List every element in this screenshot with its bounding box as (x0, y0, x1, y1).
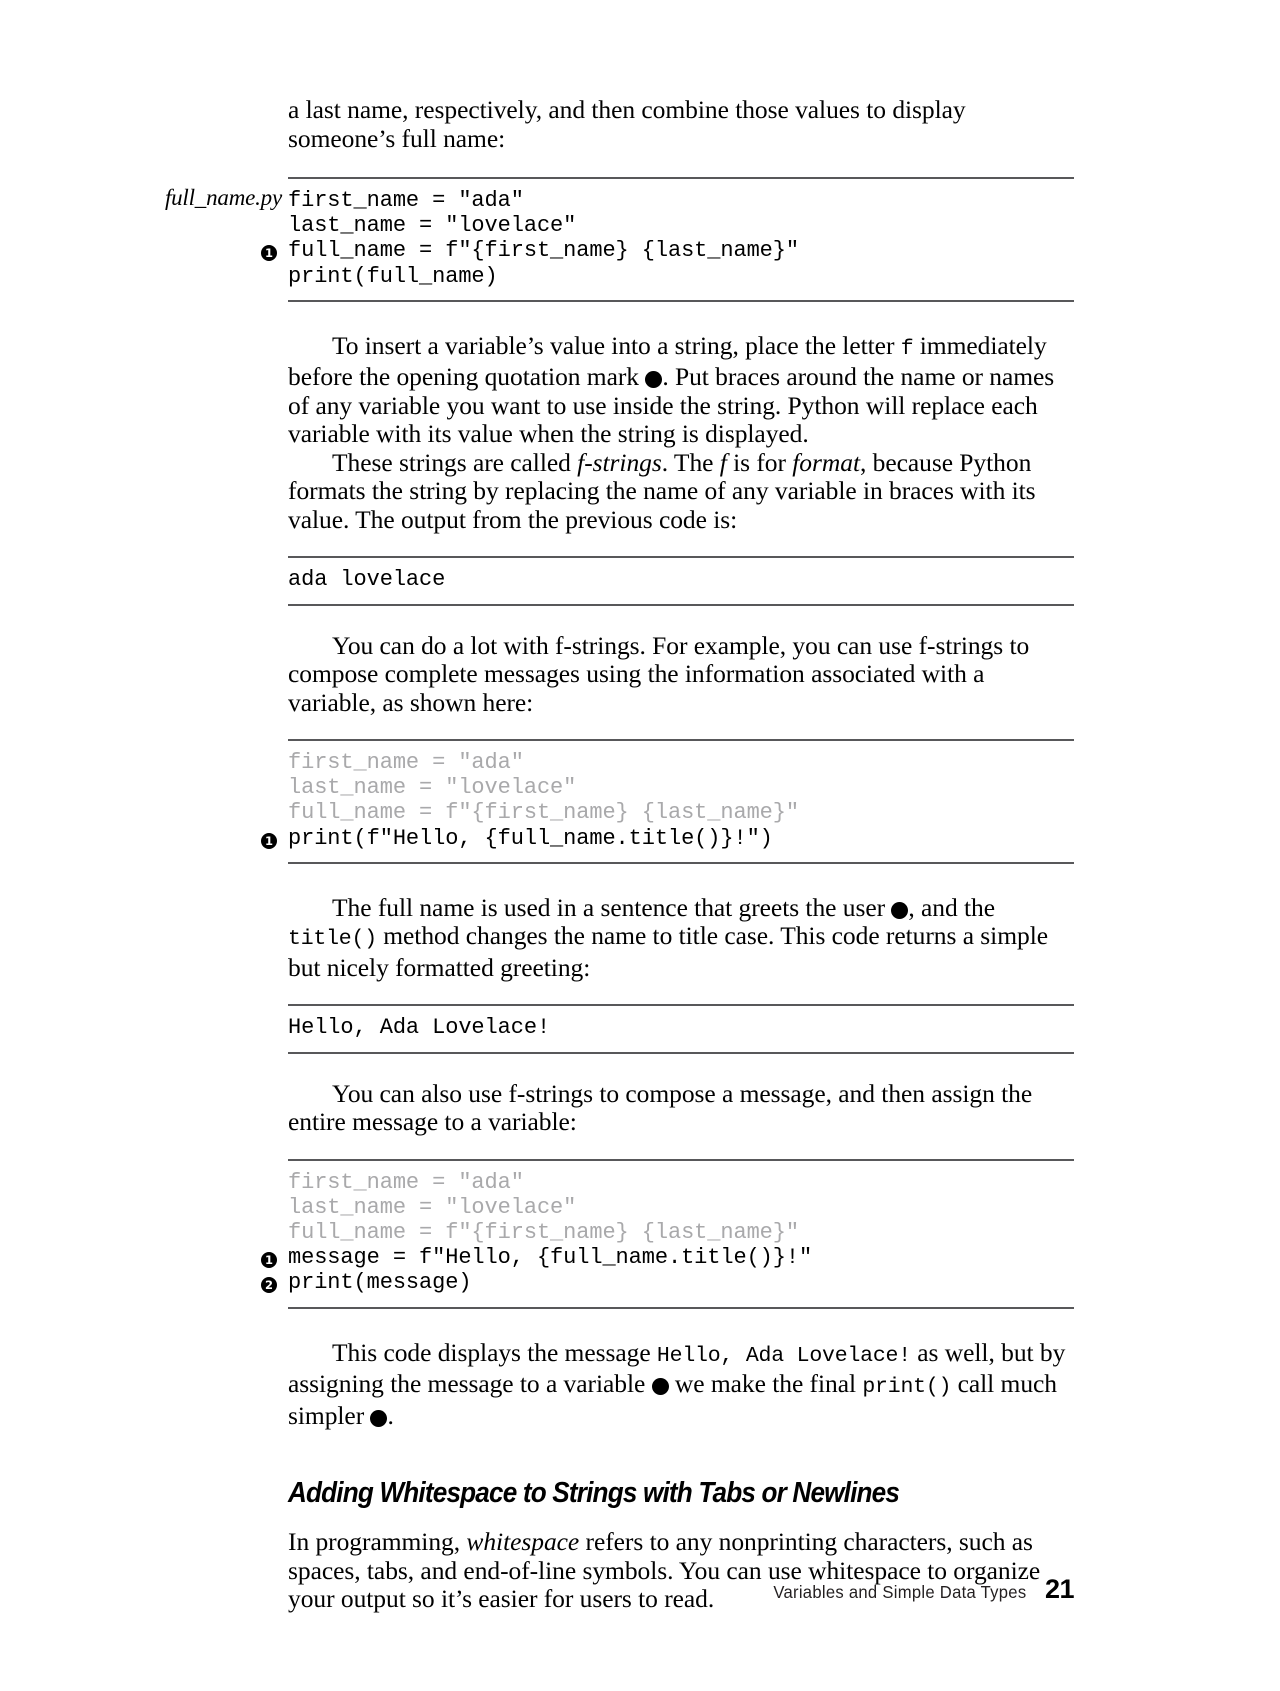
code-text: last_name = "lovelace" (288, 775, 577, 801)
page-content-column: a last name, respectively, and then comb… (165, 95, 1074, 1614)
code-line: 1 print(f"Hello, {full_name.title()}!") (261, 825, 1074, 851)
paragraph-compose-messages: You can do a lot with f-strings. For exa… (288, 630, 1030, 717)
code-line: last_name = "lovelace" (288, 213, 1074, 238)
code-text: last_name = "lovelace" (288, 213, 577, 239)
emphasis-f-strings: f-strings (577, 447, 662, 477)
page-footer: Variables and Simple Data Types 21 (288, 1574, 1075, 1605)
section-heading-adding-whitespace: Adding Whitespace to Strings with Tabs o… (288, 1477, 900, 1510)
code-text: full_name = f"{first_name} {last_name}" (288, 800, 799, 826)
code-block-full-name-py: full_name.py first_name = "ada" last_nam… (165, 177, 1074, 302)
callout-marker: 1 (261, 829, 277, 854)
callout-marker: 2 (261, 1273, 277, 1298)
code-text: print(f"Hello, {full_name.title()}!") (288, 825, 773, 851)
paragraph-title-method: The full name is used in a sentence that… (288, 892, 1074, 983)
code-line: print(full_name) (288, 264, 1074, 289)
output-text: ada lovelace (288, 567, 446, 593)
paragraph-assign-message: You can also use f-strings to compose a … (288, 1078, 1033, 1137)
code-text: first_name = "ada" (288, 1169, 524, 1195)
callout-number-1: 1 (651, 1378, 704, 1396)
code-text: full_name = f"{first_name} {last_name}" (288, 238, 799, 264)
inline-code: f (900, 336, 914, 361)
inline-code: title() (288, 927, 377, 952)
intro-paragraph: a last name, respectively, and then comb… (288, 95, 966, 153)
code-line: full_name = f"{first_name} {last_name}" (288, 800, 1074, 825)
code-line: 2 print(message) (261, 1270, 1074, 1296)
page-number: 21 (1044, 1574, 1075, 1604)
code-block-message-variable: first_name = "ada" last_name = "lovelace… (261, 1158, 1074, 1309)
text-run: These strings are called (332, 447, 578, 477)
emphasis-whitespace: whitespace (466, 1527, 580, 1557)
code-text: print(message) (288, 1270, 472, 1296)
callout-marker: 1 (261, 241, 277, 266)
code-text: first_name = "ada" (288, 750, 524, 776)
output-block-ada-lovelace: ada lovelace (288, 556, 1074, 606)
callout-number-1: 1 (261, 245, 277, 262)
inline-code: print() (862, 1375, 952, 1400)
callout-number-2: 2 (370, 1409, 423, 1427)
footer-chapter-title: Variables and Simple Data Types (772, 1582, 1026, 1602)
code-line: last_name = "lovelace" (288, 1195, 1074, 1220)
output-block-hello-ada: Hello, Ada Lovelace! (288, 1004, 1074, 1054)
text-run: This code displays the message (332, 1337, 657, 1367)
text-run: is for (726, 447, 793, 477)
text-run: . (387, 1400, 394, 1430)
callout-number-1: 1 (261, 1252, 277, 1269)
callout-number-2: 2 (261, 1277, 277, 1294)
code-line: first_name = "ada" (288, 188, 1074, 213)
code-text: first_name = "ada" (288, 188, 524, 213)
text-run: , and the (908, 892, 996, 922)
code-line: full_name = f"{first_name} {last_name}" (288, 1220, 1074, 1245)
paragraph-f-strings-definition: These strings are called f-strings. The … (288, 447, 1074, 535)
emphasis-format: format (792, 447, 860, 477)
code-line: 1 message = f"Hello, {full_name.title()}!… (261, 1245, 1074, 1271)
book-page: a last name, respectively, and then comb… (0, 0, 1280, 1691)
code-line: 1 full_name = f"{first_name} {last_name}" (261, 238, 1074, 264)
output-text: Hello, Ada Lovelace! (288, 1015, 551, 1041)
code-line: last_name = "lovelace" (288, 775, 1074, 800)
text-run: The full name is used in a sentence that… (332, 892, 892, 922)
text-run: . The (661, 447, 720, 477)
paragraph-f-string-intro: To insert a variable’s value into a stri… (288, 330, 1074, 449)
text-run: method changes the name to title case. T… (288, 921, 1048, 982)
callout-number-1: 1 (645, 371, 698, 389)
inline-code: Hello, Ada Lovelace! (656, 1343, 911, 1368)
code-line: first_name = "ada" (288, 1170, 1074, 1195)
code-block-hello-print: first_name = "ada" last_name = "lovelace… (261, 739, 1074, 864)
code-text: message = f"Hello, {full_name.title()}!" (288, 1245, 813, 1271)
code-line: first_name = "ada" (288, 750, 1074, 775)
output-line: Hello, Ada Lovelace! (288, 1015, 1074, 1040)
text-run: In programming, (288, 1527, 467, 1557)
output-line: ada lovelace (288, 567, 1074, 592)
callout-marker: 1 (261, 1248, 277, 1273)
code-text: last_name = "lovelace" (288, 1194, 577, 1220)
callout-number-1: 1 (891, 901, 944, 919)
code-text: full_name = f"{first_name} {last_name}" (288, 1219, 799, 1245)
code-text: print(full_name) (288, 263, 498, 289)
paragraph-code-displays-message: This code displays the message Hello, Ad… (288, 1337, 1074, 1431)
callout-number-1: 1 (261, 832, 277, 849)
text-run: we make the final (668, 1369, 863, 1399)
code-file-label: full_name.py (164, 185, 282, 210)
emphasis-f: f (719, 447, 727, 477)
text-run: To insert a variable’s value into a stri… (332, 330, 901, 360)
